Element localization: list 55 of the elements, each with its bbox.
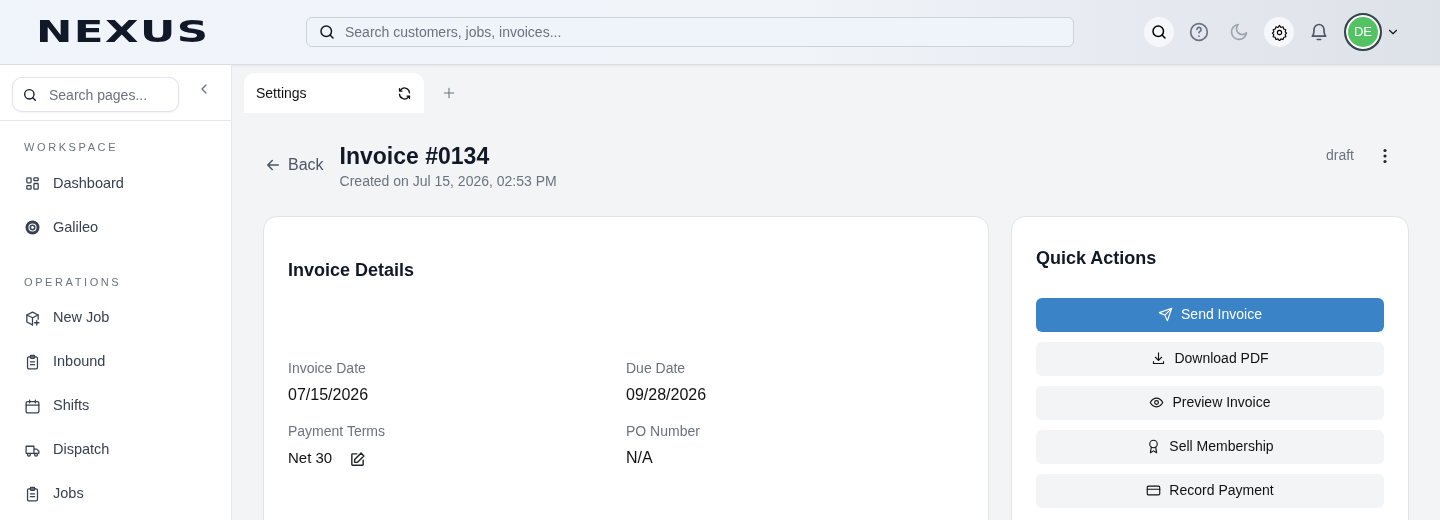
- section-heading: WORKSPACE: [23, 140, 120, 155]
- sidebar-item[interactable]: Inbound: [0, 340, 231, 384]
- logo: NEXUS: [36, 17, 211, 47]
- page-title: Invoice #0134: [339, 143, 491, 171]
- clipboard-icon: [24, 353, 41, 371]
- back-button[interactable]: Back: [264, 153, 324, 177]
- sidebar-item[interactable]: Dashboard: [0, 161, 231, 206]
- sidebar-item[interactable]: Jobs: [0, 472, 231, 516]
- tab[interactable]: Settings: [244, 73, 424, 113]
- action-button[interactable]: Preview Invoice: [1036, 385, 1384, 420]
- field-label: Due Date: [626, 358, 687, 378]
- field-value: Net 30: [288, 448, 333, 469]
- search-button[interactable]: [1144, 17, 1174, 47]
- search-icon: [22, 86, 38, 103]
- paper-plane-icon: [1158, 307, 1173, 323]
- grid-icon: [24, 175, 41, 192]
- page-search-field[interactable]: Search pages...: [12, 77, 179, 112]
- settings-button[interactable]: [1264, 17, 1294, 47]
- sidebar-item[interactable]: Galileo: [0, 205, 231, 250]
- more-button[interactable]: [1382, 147, 1388, 164]
- field-value: 09/28/2026: [626, 384, 707, 405]
- field-label: PO Number: [626, 421, 701, 441]
- moon-icon: [1229, 22, 1249, 42]
- card-title: Invoice Details: [288, 258, 416, 282]
- calendar-icon: [24, 397, 41, 415]
- action-button[interactable]: Record Payment: [1036, 473, 1384, 508]
- clipboard-icon: [24, 485, 41, 503]
- card-title: Quick Actions: [1036, 246, 1158, 270]
- gear-icon: [1270, 23, 1288, 41]
- sidebar-item[interactable]: New Job: [0, 296, 231, 340]
- target-icon: [24, 219, 41, 236]
- eye-icon: [1149, 395, 1165, 411]
- package-plus-icon: [24, 309, 41, 327]
- edit-icon: [349, 450, 367, 468]
- search-field[interactable]: Search customers, jobs, invoices...: [306, 17, 1074, 47]
- search-icon: [1150, 23, 1168, 41]
- field-value: 07/15/2026: [288, 384, 369, 405]
- field-value: N/A: [626, 447, 653, 468]
- field-label: Payment Terms: [288, 421, 386, 441]
- created-date: Created on Jul 15, 2026, 02:53 PM: [339, 171, 557, 191]
- search-icon: [318, 23, 336, 41]
- more-icon: [1383, 148, 1387, 163]
- action-button[interactable]: Download PDF: [1036, 341, 1384, 376]
- status-label: draft: [1326, 146, 1354, 165]
- action-button[interactable]: Sell Membership: [1036, 429, 1384, 464]
- refresh-icon: [397, 85, 412, 101]
- sidebar-item[interactable]: Shifts: [0, 384, 231, 428]
- download-icon: [1151, 351, 1167, 367]
- field-label: Invoice Date: [288, 358, 367, 378]
- section-heading: OPERATIONS: [23, 274, 123, 290]
- bell-icon: [1309, 22, 1329, 42]
- help-icon: [1189, 22, 1209, 42]
- credit-card-icon: [1146, 483, 1162, 499]
- sidebar-item[interactable]: Dispatch: [0, 428, 231, 472]
- action-button[interactable]: Send Invoice: [1036, 297, 1384, 332]
